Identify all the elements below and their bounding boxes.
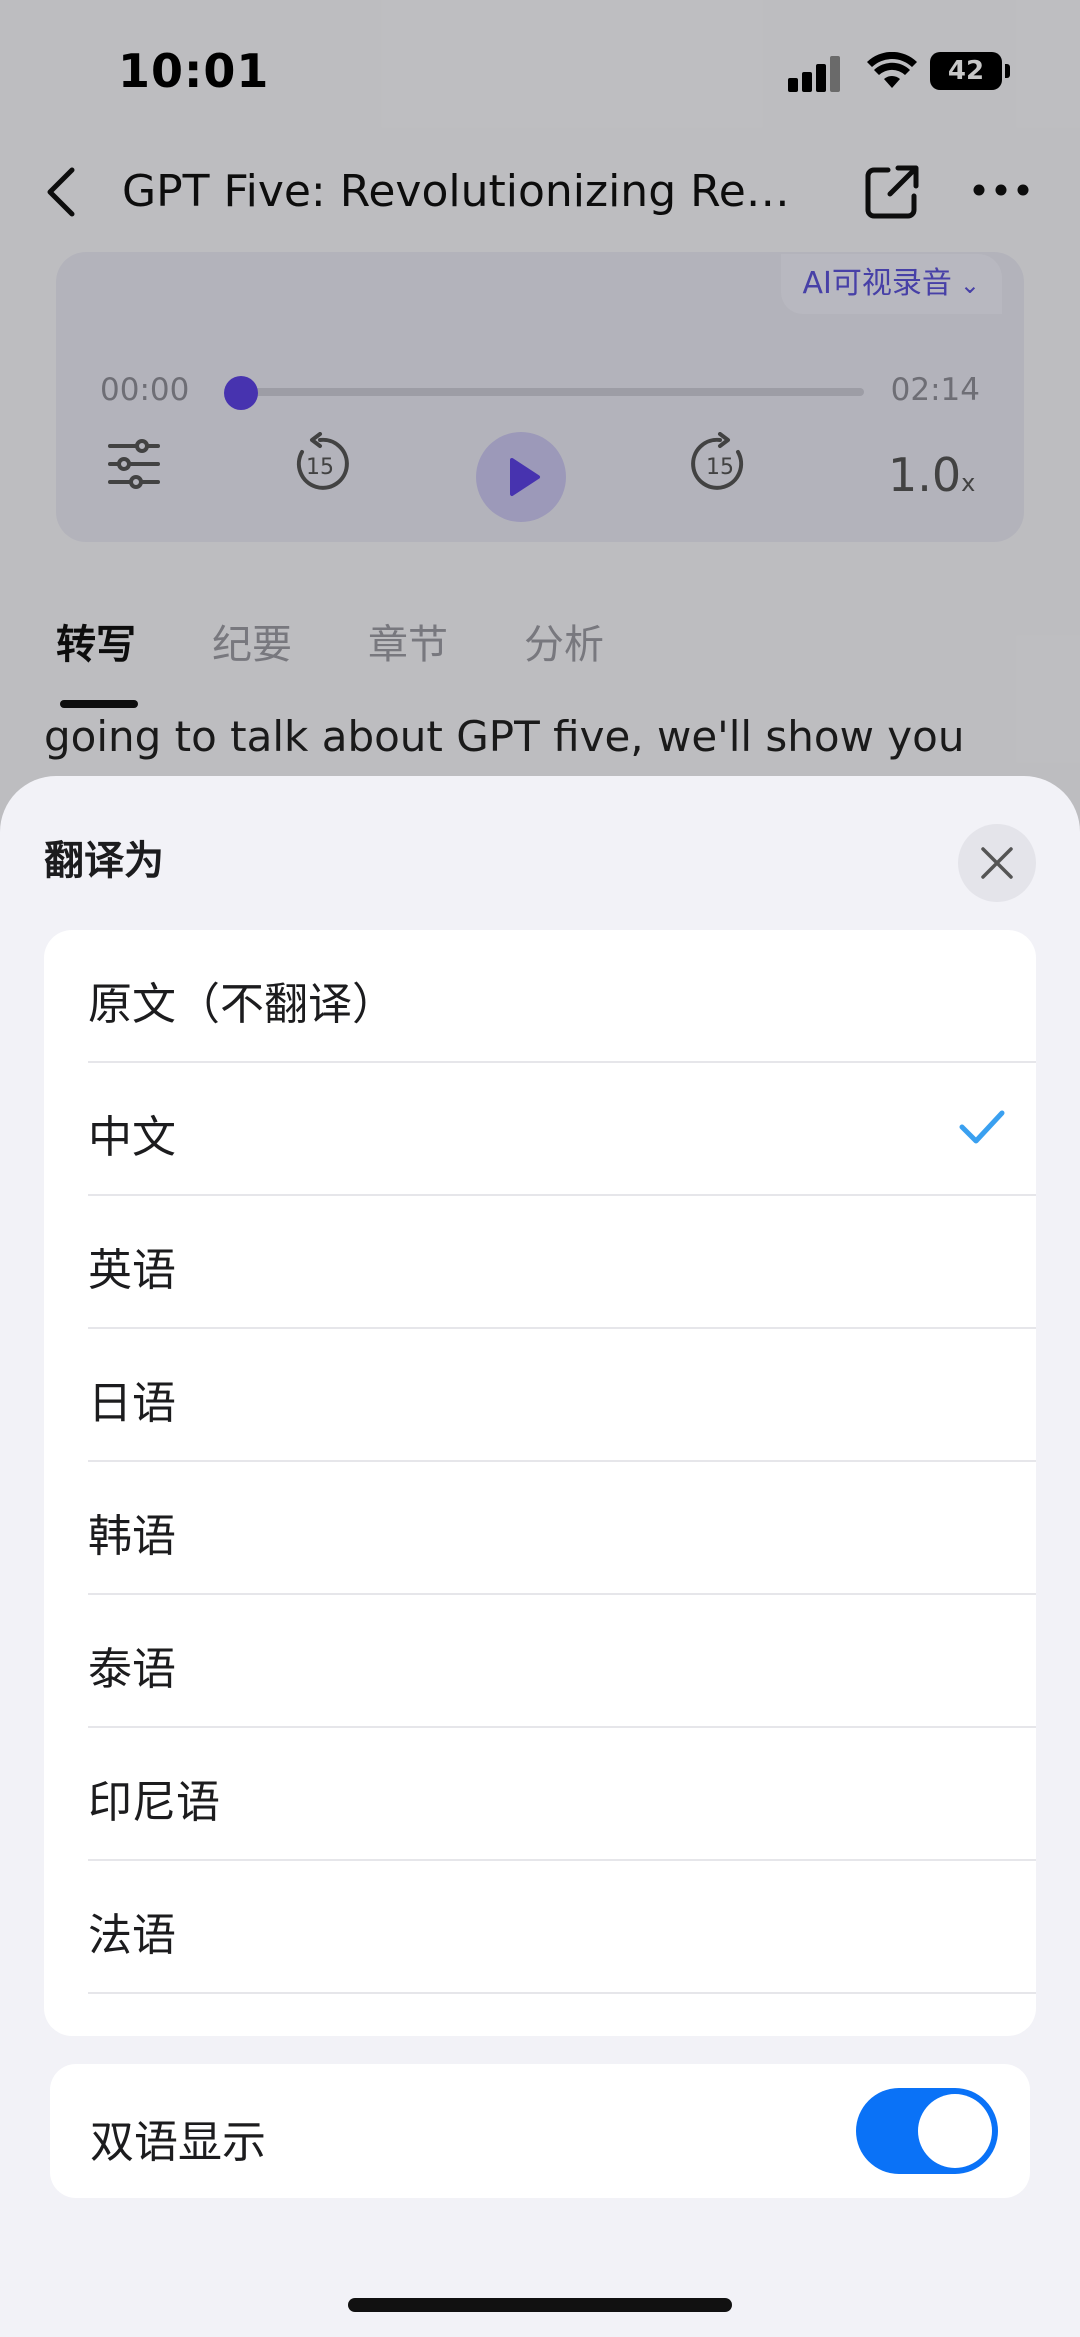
language-label: 泰语 bbox=[88, 1644, 176, 1695]
close-icon bbox=[981, 847, 1013, 879]
language-label: 韩语 bbox=[88, 1511, 176, 1562]
language-label: 中文 bbox=[88, 1112, 176, 1163]
toggle-knob bbox=[918, 2094, 992, 2168]
checkmark-icon bbox=[959, 1110, 1005, 1144]
language-option[interactable]: 英语 bbox=[44, 1196, 1036, 1329]
language-option[interactable]: 印尼语 bbox=[44, 1728, 1036, 1861]
sheet-title: 翻译为 bbox=[44, 838, 164, 884]
language-option[interactable]: 日语 bbox=[44, 1329, 1036, 1462]
language-label: 日语 bbox=[88, 1378, 176, 1429]
close-button[interactable] bbox=[958, 824, 1036, 902]
language-label: 印尼语 bbox=[88, 1777, 220, 1828]
language-option[interactable]: 泰语 bbox=[44, 1595, 1036, 1728]
language-label: 法语 bbox=[88, 1910, 176, 1961]
bilingual-setting: 双语显示 bbox=[50, 2064, 1030, 2198]
language-option[interactable]: 原文（不翻译） bbox=[44, 930, 1036, 1063]
language-option[interactable]: 中文 bbox=[44, 1063, 1036, 1196]
language-option[interactable]: 法语 bbox=[44, 1861, 1036, 1994]
language-option[interactable]: 韩语 bbox=[44, 1462, 1036, 1595]
home-indicator bbox=[348, 2298, 732, 2312]
language-list: 原文（不翻译） 中文 英语 日语 韩语 泰语 印尼语 法语 bbox=[44, 930, 1036, 2036]
divider bbox=[88, 1992, 1036, 1994]
translate-sheet: 翻译为 原文（不翻译） 中文 英语 日语 韩语 泰语 印尼语 法语 双语显示 bbox=[0, 776, 1080, 2337]
language-label: 原文（不翻译） bbox=[88, 979, 396, 1030]
language-label: 英语 bbox=[88, 1245, 176, 1296]
bilingual-label: 双语显示 bbox=[90, 2117, 266, 2168]
bilingual-toggle[interactable] bbox=[856, 2088, 998, 2174]
